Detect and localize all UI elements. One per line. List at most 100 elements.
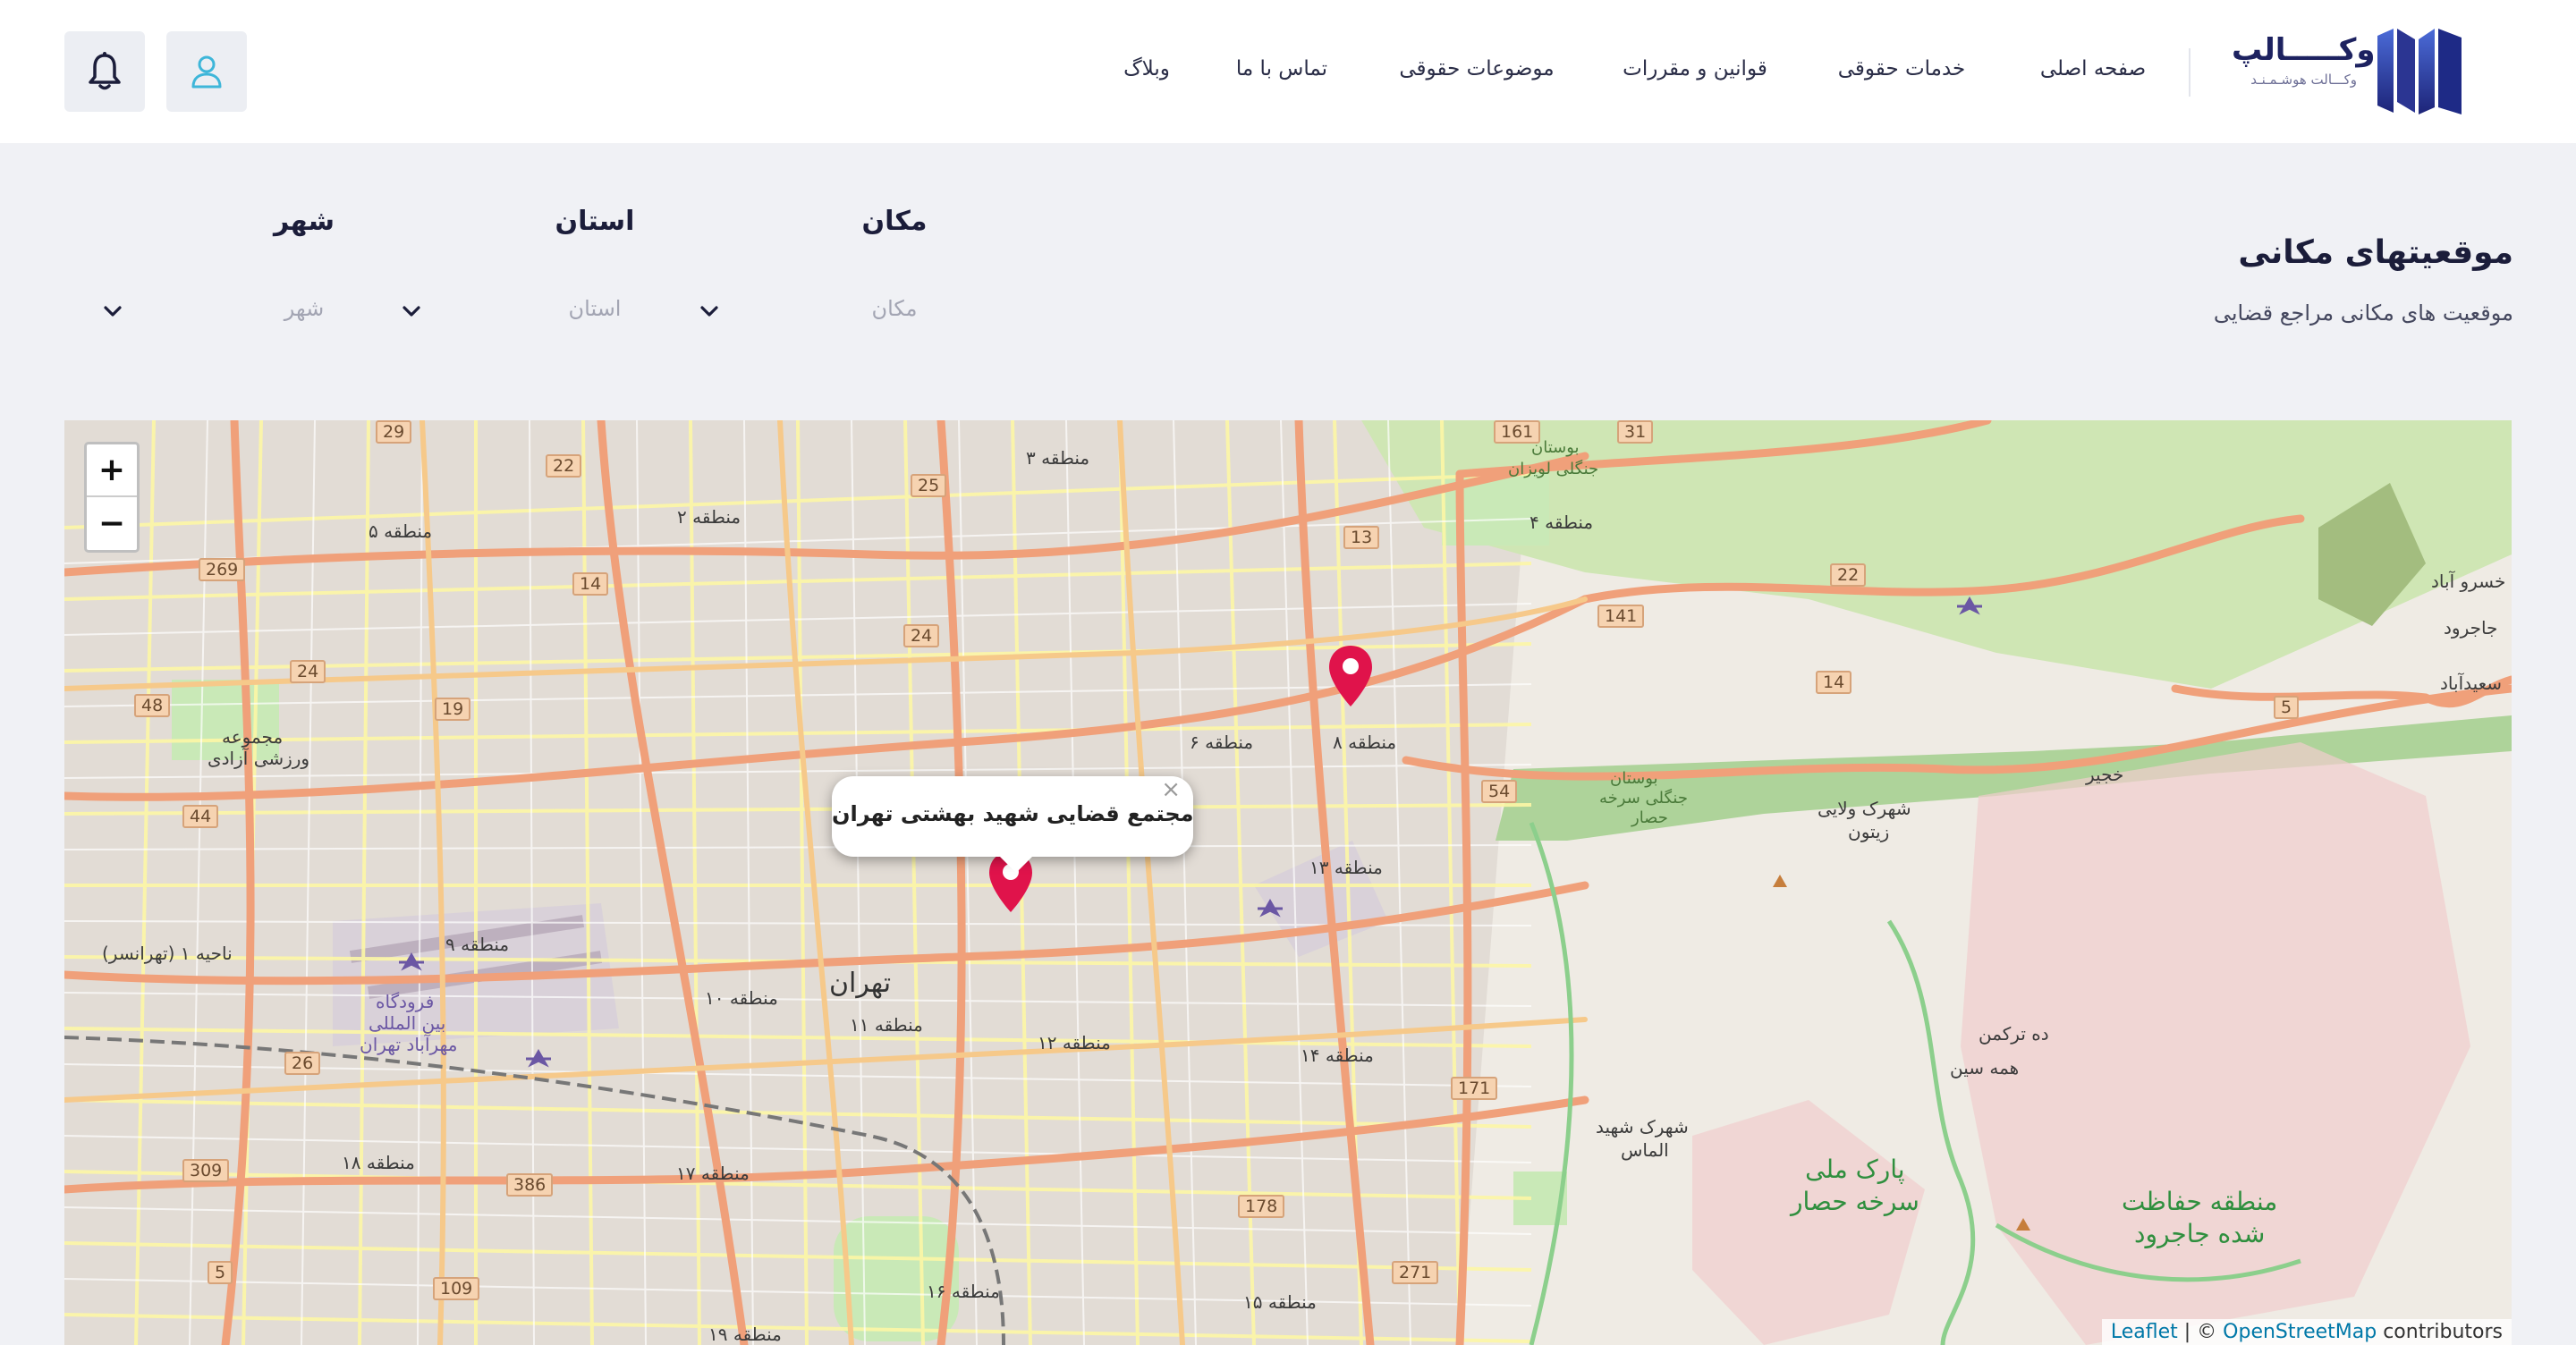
- map-label: منطقه ۵: [369, 520, 433, 542]
- road-shield: 309: [182, 1159, 230, 1182]
- map-label-protected-line1: منطقه حفاظت: [2122, 1187, 2278, 1216]
- map-label: منطقه ۸: [1333, 732, 1397, 753]
- road-shield: 48: [134, 694, 171, 717]
- road-shield: 14: [1816, 671, 1852, 694]
- road-shield: 22: [546, 454, 582, 478]
- map-label: شهرک ولایی: [1818, 798, 1911, 819]
- brand-title: وکـــــالپ: [2232, 32, 2376, 68]
- road-shield: 178: [1238, 1195, 1285, 1218]
- location-select-value: مکان: [871, 296, 918, 321]
- road-shield: 109: [433, 1277, 480, 1300]
- road-shield: 54: [1481, 780, 1518, 803]
- road-shield: 24: [903, 624, 940, 647]
- road-shield: 269: [199, 558, 246, 581]
- road-shield: 31: [1617, 420, 1654, 444]
- nav-blog[interactable]: وبلاگ: [1123, 57, 1170, 80]
- attribution-contributors: contributors: [2377, 1321, 2503, 1343]
- zoom-in-button[interactable]: +: [87, 444, 137, 497]
- nav-laws[interactable]: قوانین و مقررات: [1623, 57, 1767, 80]
- road-shield: 26: [284, 1052, 321, 1075]
- map-label: فرودگاه: [376, 991, 435, 1012]
- location-marker-icon[interactable]: [1327, 644, 1374, 708]
- road-shield: 14: [572, 572, 609, 596]
- leaflet-link[interactable]: Leaflet: [2111, 1321, 2178, 1343]
- road-shield: 13: [1343, 526, 1380, 549]
- map-label: منطقه ۴: [1530, 512, 1594, 533]
- road-shield: 19: [435, 698, 471, 721]
- road-shield: 5: [208, 1261, 233, 1284]
- filter-province: استان استان: [402, 206, 724, 340]
- map-label: منطقه ۱۹: [708, 1324, 782, 1345]
- location-select[interactable]: مکان: [700, 291, 1024, 330]
- popup-tip: [998, 855, 1034, 873]
- map-label: منطقه ۱۳: [1309, 857, 1383, 878]
- map-label: خجیر: [2086, 764, 2124, 785]
- filter-city-label: شهر: [274, 206, 335, 237]
- map-label: منطقه ۶: [1190, 732, 1254, 753]
- map-label: منطقه ۱۴: [1301, 1045, 1374, 1066]
- map-popup: × مجتمع قضایی شهید بهشتی تهران: [832, 776, 1194, 873]
- map-label: منطقه ۱۰: [705, 987, 778, 1009]
- map-label: منطقه ۱۲: [1038, 1032, 1111, 1053]
- road-shield: 24: [290, 660, 326, 683]
- map-label: خسرو آباد: [2431, 571, 2506, 592]
- map-label: ده ترکمن: [1979, 1023, 2049, 1045]
- map-label: منطقه ۱۶: [927, 1281, 1000, 1302]
- popup-title: مجتمع قضایی شهید بهشتی تهران: [832, 801, 1194, 826]
- nav-divider: [2189, 48, 2190, 97]
- road-shield: 161: [1494, 420, 1541, 444]
- top-header: وبلاگ تماس با ما موضوعات حقوقی قوانین و …: [0, 0, 2576, 143]
- map-label: منطقه ۲: [677, 506, 741, 528]
- map-label-park-line1: پارک ملی: [1805, 1155, 1905, 1184]
- map-label-park: پارک ملی سرخه حصار: [1791, 1154, 1919, 1218]
- road-shield: 271: [1392, 1261, 1439, 1284]
- road-shield: 29: [376, 420, 412, 444]
- openstreetmap-link[interactable]: OpenStreetMap: [2223, 1321, 2377, 1343]
- nav-contact[interactable]: تماس با ما: [1236, 57, 1327, 80]
- map-label: منطقه ۳: [1026, 447, 1090, 469]
- map-label: شهرک شهید: [1596, 1116, 1689, 1138]
- road-shield: 22: [1830, 563, 1867, 587]
- zoom-control: + −: [84, 442, 140, 553]
- filter-province-label: استان: [555, 206, 635, 237]
- map-label: مهرآباد تهران: [360, 1034, 458, 1055]
- filter-location: مکان مکان: [700, 206, 1024, 340]
- attribution-separator: | ©: [2177, 1321, 2224, 1343]
- nav-home[interactable]: صفحه اصلی: [2040, 57, 2146, 80]
- map-label: الماس: [1621, 1139, 1669, 1161]
- brand-subtitle: وکـــالت هوشـمـنـد: [2250, 72, 2357, 88]
- map-label: بین المللی: [369, 1012, 446, 1034]
- map-label: جاجرود: [2444, 617, 2498, 639]
- map-label-protected-line2: شده جاجرود: [2133, 1219, 2266, 1248]
- nav-legal-topics[interactable]: موضوعات حقوقی: [1399, 57, 1554, 80]
- city-select-value: شهر: [284, 296, 325, 321]
- brand-logo-icon[interactable]: [2376, 27, 2463, 116]
- road-shield: 171: [1451, 1077, 1498, 1100]
- popup-close-button[interactable]: ×: [1161, 776, 1181, 803]
- map-label: بوستان: [1610, 769, 1658, 788]
- map-label: مجموعه: [222, 726, 284, 748]
- map-label: منطقه ۱۵: [1243, 1291, 1317, 1313]
- filter-city: شهر شهر: [104, 206, 434, 340]
- map-label-city: تهران: [829, 968, 892, 999]
- map-label: همه سین: [1950, 1057, 2020, 1079]
- page-subtitle: موقعیت های مکانی مراجع قضایی: [2213, 300, 2513, 326]
- province-select-value: استان: [568, 296, 622, 321]
- map-label-protected-area: منطقه حفاظت شده جاجرود: [2122, 1186, 2277, 1250]
- map-label: جنگلی لویزان: [1508, 460, 1599, 478]
- road-shield: 44: [182, 805, 219, 828]
- nav-legal-services[interactable]: خدمات حقوقی: [1838, 57, 1965, 80]
- map-label: جنگلی سرخه: [1599, 789, 1688, 808]
- map-attribution: Leaflet | © OpenStreetMap contributors: [2101, 1319, 2512, 1345]
- province-select[interactable]: استان: [402, 291, 724, 330]
- brand-wordmark[interactable]: وکـــــالپ وکـــالت هوشـمـنـد: [2232, 32, 2376, 88]
- city-select[interactable]: شهر: [104, 291, 434, 330]
- map-label: حصار: [1631, 808, 1668, 827]
- locations-map[interactable]: منطقه ۳ منطقه ۲ منطقه ۵ منطقه ۴ منطقه ۸ …: [64, 420, 2512, 1345]
- map-label: منطقه ۹: [445, 934, 510, 955]
- zoom-out-button[interactable]: −: [87, 497, 137, 550]
- map-label: ناحیه ۱ (تهرانسر): [102, 943, 233, 964]
- road-shield: 141: [1597, 605, 1645, 628]
- map-label: ورزشی آزادی: [208, 748, 310, 769]
- map-label: منطقه ۱۷: [676, 1163, 750, 1184]
